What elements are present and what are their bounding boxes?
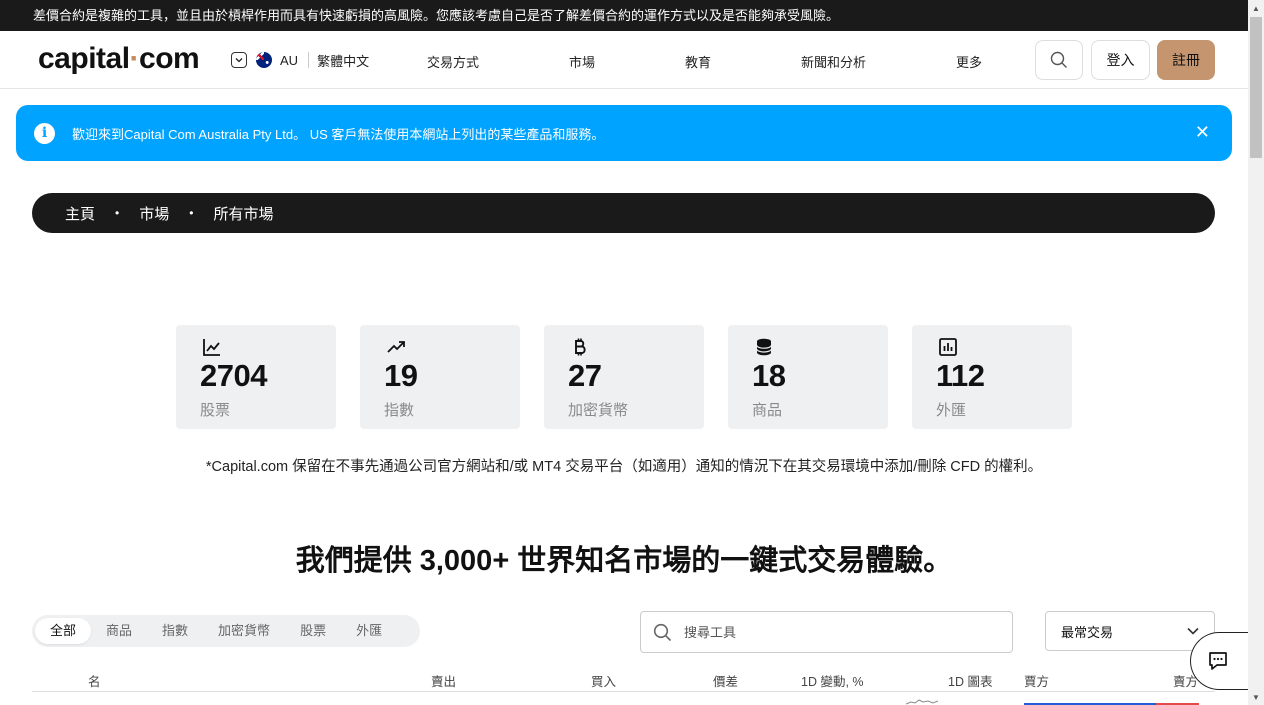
stat-card-crypto[interactable]: 27 加密貨幣 <box>544 325 704 429</box>
nav-news-analysis[interactable]: 新聞和分析 <box>801 52 866 71</box>
region-code: AU <box>280 52 299 68</box>
stat-count: 19 <box>384 358 418 393</box>
divider <box>308 52 310 68</box>
filter-tab-crypto[interactable]: 加密貨幣 <box>203 618 285 644</box>
column-header-sell[interactable]: 賣出 <box>431 671 456 690</box>
nav-education[interactable]: 教育 <box>685 52 711 71</box>
market-filter-tabs: 全部 商品 指數 加密貨幣 股票 外匯 <box>32 615 420 647</box>
stat-count: 18 <box>752 358 786 393</box>
stat-card-commodities[interactable]: 18 商品 <box>728 325 888 429</box>
logo-text-right: com <box>139 42 200 75</box>
breadcrumb-home[interactable]: 主頁 <box>65 203 95 224</box>
logo-dot: · <box>129 42 140 75</box>
page-headline: 我們提供 3,000+ 世界知名市場的一鍵式交易體驗。 <box>295 545 953 577</box>
close-icon[interactable]: ✕ <box>1195 123 1210 141</box>
stat-label: 加密貨幣 <box>568 402 629 419</box>
sort-selected-value: 最常交易 <box>1061 624 1114 640</box>
stat-card-stocks[interactable]: 2704 股票 <box>176 325 336 429</box>
chevron-down-icon <box>1187 627 1199 635</box>
stat-count: 27 <box>568 358 602 393</box>
bitcoin-icon <box>575 338 586 356</box>
filter-tab-indices[interactable]: 指數 <box>147 618 203 644</box>
language-label[interactable]: 繁體中文 <box>317 51 369 70</box>
stat-card-indices[interactable]: 19 指數 <box>360 325 520 429</box>
stat-count: 112 <box>936 358 985 393</box>
region-language-selector[interactable]: AU 繁體中文 <box>231 51 369 69</box>
notice-text: 歡迎來到Capital Com Australia Pty Ltd。 US 客戶… <box>72 126 605 142</box>
column-header-buy[interactable]: 買入 <box>591 671 616 690</box>
line-chart-icon <box>203 339 220 356</box>
sort-dropdown[interactable]: 最常交易 <box>1045 611 1215 651</box>
stat-count: 2704 <box>200 358 267 393</box>
breadcrumb-separator: • <box>189 206 194 220</box>
chevron-down-icon[interactable] <box>231 52 247 68</box>
row-sparkline <box>906 699 938 705</box>
trend-up-icon <box>387 341 405 353</box>
info-icon: i <box>34 122 55 144</box>
database-icon <box>756 338 772 356</box>
filter-tab-commodities[interactable]: 商品 <box>91 618 147 644</box>
breadcrumb: 主頁 • 市場 • 所有市場 <box>32 193 1215 233</box>
stat-label: 商品 <box>752 402 783 419</box>
stat-card-forex[interactable]: 112 外匯 <box>912 325 1072 429</box>
chat-support-button[interactable] <box>1190 632 1248 690</box>
column-header-change[interactable]: 1D 變動, % <box>801 671 864 690</box>
capital-com-logo[interactable]: capital·com <box>38 42 200 76</box>
header-search-button[interactable] <box>1035 40 1083 80</box>
nav-trading-methods[interactable]: 交易方式 <box>427 52 479 71</box>
risk-warning-bar: 差價合約是複雜的工具，並且由於槓桿作用而具有快速虧損的高風險。您應該考慮自己是否… <box>0 0 1248 31</box>
nav-markets[interactable]: 市場 <box>569 52 595 71</box>
column-header-chart: 1D 圖表 <box>948 675 993 689</box>
instrument-search-box <box>640 611 1013 653</box>
table-header-divider <box>32 691 1215 692</box>
filter-tab-forex[interactable]: 外匯 <box>341 618 397 644</box>
welcome-notice-banner: i 歡迎來到Capital Com Australia Pty Ltd。 US … <box>16 105 1232 161</box>
scrollbar-thumb[interactable] <box>1250 17 1262 158</box>
search-icon <box>653 623 672 641</box>
register-button[interactable]: 註冊 <box>1157 40 1215 80</box>
chat-icon <box>1208 652 1227 670</box>
bar-chart-icon <box>939 338 957 356</box>
logo-text-left: capital <box>38 42 130 75</box>
scroll-up-arrow-icon[interactable]: ▲ <box>1248 0 1264 16</box>
breadcrumb-all-markets: 所有市場 <box>213 205 274 223</box>
australia-flag-icon <box>256 52 272 68</box>
search-icon <box>1050 51 1067 68</box>
breadcrumb-separator: • <box>115 206 120 220</box>
breadcrumb-markets[interactable]: 市場 <box>139 203 169 224</box>
column-header-buyers: 賈方 <box>1024 675 1050 689</box>
filter-tab-stocks[interactable]: 股票 <box>285 618 341 644</box>
search-input[interactable] <box>684 624 984 640</box>
nav-more[interactable]: 更多 <box>956 52 982 71</box>
column-header-spread[interactable]: 價差 <box>713 671 738 690</box>
stat-label: 外匯 <box>936 402 967 419</box>
stat-label: 指數 <box>384 402 415 419</box>
login-button[interactable]: 登入 <box>1091 40 1150 80</box>
site-header: capital·com AU 繁體中文 交易方式 市場 教育 新聞和分析 更多 … <box>0 31 1248 89</box>
column-header-name[interactable]: 名 <box>88 671 101 690</box>
cfd-disclaimer: *Capital.com 保留在不事先通過公司官方網站和/或 MT4 交易平台（… <box>205 459 1043 475</box>
stat-label: 股票 <box>200 402 231 419</box>
filter-tab-all[interactable]: 全部 <box>35 618 92 644</box>
scroll-down-arrow-icon[interactable]: ▼ <box>1248 689 1264 705</box>
